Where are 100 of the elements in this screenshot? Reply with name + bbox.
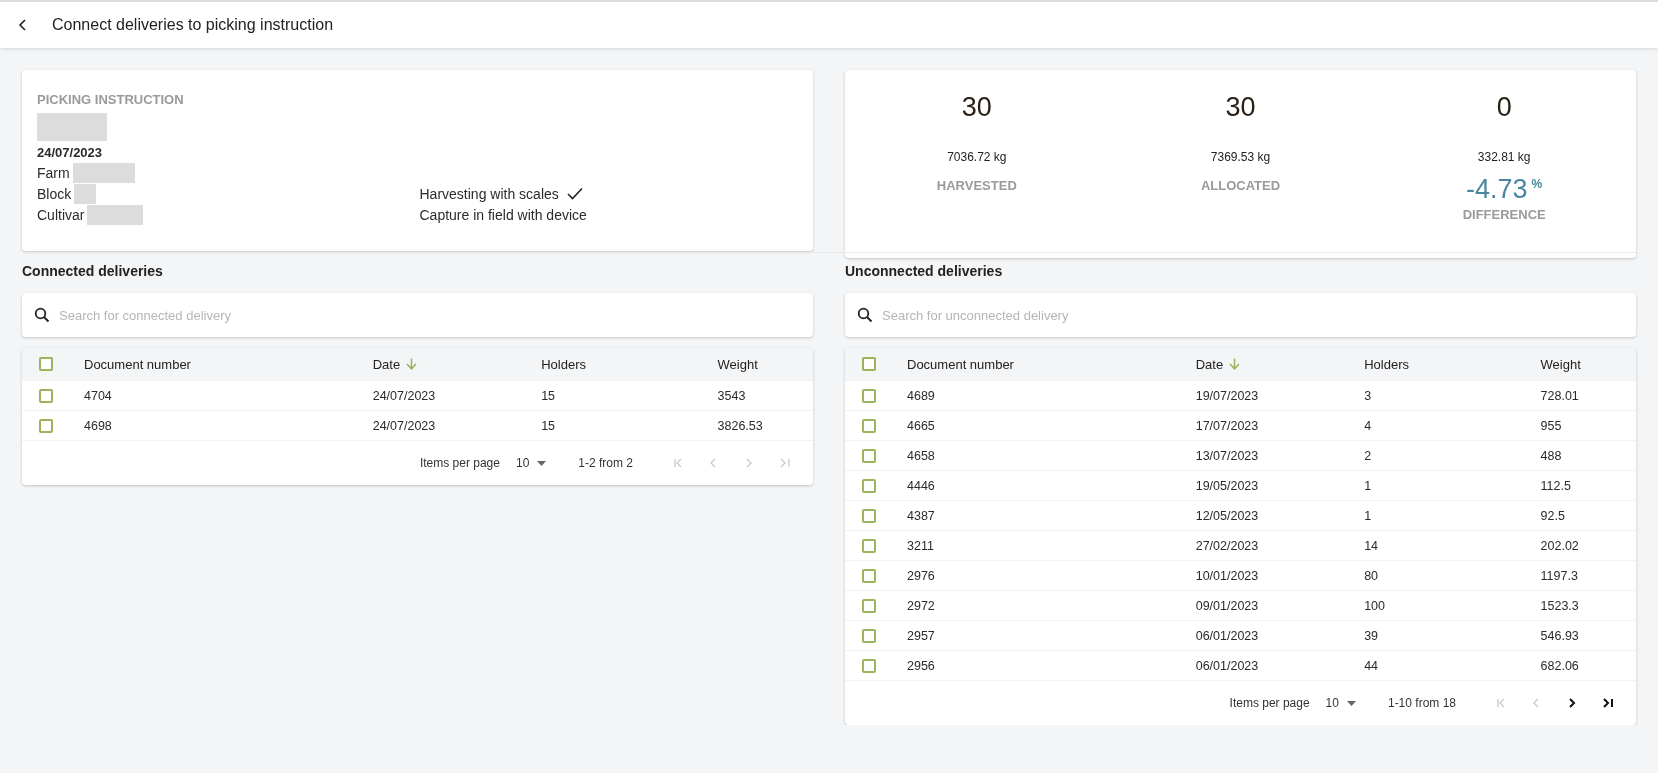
checkbox[interactable] — [862, 508, 876, 523]
table-cell: 4689 — [907, 388, 935, 403]
percentage-value: -4.73 — [1466, 174, 1528, 205]
table-cell: 13/07/2023 — [1195, 448, 1259, 463]
table-cell: 06/01/2023 — [1195, 658, 1259, 673]
count-value: 30 — [961, 92, 992, 124]
checkbox[interactable] — [862, 448, 876, 463]
table-cell: 15 — [541, 388, 556, 403]
items-per-page-label: Items per page — [1229, 696, 1310, 710]
column-header[interactable]: Weight — [1540, 356, 1581, 372]
table-cell: 682.06 — [1540, 658, 1579, 673]
search-icon — [34, 307, 50, 323]
column-header[interactable]: Holders — [541, 356, 586, 372]
table-cell: 80 — [1364, 568, 1379, 583]
table-cell: 10/01/2023 — [1195, 568, 1259, 583]
weight-value: 7369.53 kg — [1210, 150, 1271, 164]
page-range-label: 1-2 from 2 — [578, 456, 633, 470]
table-cell: 3211 — [907, 538, 934, 553]
sort-arrow-icon[interactable] — [406, 358, 418, 370]
table-cell: 4665 — [907, 418, 935, 433]
checkbox[interactable] — [862, 658, 876, 673]
checkbox[interactable] — [862, 538, 876, 553]
field-label: Block — [37, 185, 72, 202]
table-cell: 4387 — [907, 508, 935, 523]
field-label: Cultivar — [37, 206, 85, 223]
column-header[interactable]: Document number — [84, 356, 191, 372]
table-cell: 2957 — [907, 628, 935, 643]
table-cell: 92.5 — [1540, 508, 1565, 523]
checkbox[interactable] — [862, 478, 876, 493]
table-cell: 202.02 — [1540, 538, 1579, 553]
table-cell: 4704 — [84, 388, 112, 403]
search-field[interactable]: Search for connected delivery — [22, 293, 813, 337]
table-cell: 2976 — [907, 568, 935, 583]
table-cell: 4 — [1364, 418, 1372, 433]
section-title: Connected deliveries — [22, 263, 164, 281]
stat-label: HARVESTED — [936, 178, 1017, 193]
table-cell: 1 — [1364, 508, 1372, 523]
checkbox[interactable] — [862, 598, 876, 613]
dropdown-caret-icon — [537, 460, 547, 466]
table-cell: 2 — [1364, 448, 1372, 463]
table-cell: 09/01/2023 — [1195, 598, 1259, 613]
table-cell: 24/07/2023 — [372, 418, 436, 433]
table-cell: 3826.53 — [717, 418, 763, 433]
table-cell: 2972 — [907, 598, 935, 613]
count-value: 0 — [1496, 92, 1512, 124]
table-cell: 17/07/2023 — [1195, 418, 1259, 433]
table-cell: 12/05/2023 — [1195, 508, 1259, 523]
search-icon — [857, 307, 873, 323]
checkbox[interactable] — [39, 388, 53, 403]
table-cell: 488 — [1540, 448, 1562, 463]
checkbox[interactable] — [39, 418, 53, 433]
field-label: Farm — [37, 164, 70, 181]
checkbox[interactable] — [862, 418, 876, 433]
weight-value: 332.81 kg — [1477, 150, 1531, 164]
option-label: Capture in field with device — [419, 206, 587, 223]
table-cell: 955 — [1540, 418, 1562, 433]
page-range-label: 1-10 from 18 — [1387, 696, 1456, 710]
instruction-date: 24/07/2023 — [37, 145, 104, 160]
column-header[interactable]: Holders — [1364, 356, 1409, 372]
stat-label: ALLOCATED — [1200, 178, 1281, 193]
table-cell: 1523.3 — [1540, 598, 1579, 613]
column-header[interactable]: Date — [372, 356, 401, 372]
table-cell: 19/07/2023 — [1195, 388, 1259, 403]
table-cell: 24/07/2023 — [372, 388, 436, 403]
table-cell: 39 — [1364, 628, 1379, 643]
page-size-select[interactable]: 10 — [515, 456, 547, 470]
checkbox[interactable] — [862, 388, 876, 403]
table-cell: 728.01 — [1540, 388, 1579, 403]
table-cell: 100 — [1364, 598, 1386, 613]
page-title: Connect deliveries to picking instruction — [52, 16, 334, 34]
percent-unit: % — [1531, 177, 1543, 191]
checkbox[interactable] — [862, 568, 876, 583]
section-title: Unconnected deliveries — [845, 263, 1004, 281]
page-size-select[interactable]: 10 — [1325, 696, 1356, 710]
table-cell: 1197.3 — [1540, 568, 1578, 583]
column-header[interactable]: Date — [1195, 356, 1224, 372]
checkbox[interactable] — [39, 357, 53, 371]
items-per-page-label: Items per page — [419, 456, 500, 470]
option-label: Harvesting with scales — [419, 185, 559, 202]
section-heading: PICKING INSTRUCTION — [37, 92, 185, 107]
table-cell: 546.93 — [1540, 628, 1579, 643]
column-header[interactable]: Weight — [717, 356, 758, 372]
checkbox[interactable] — [862, 357, 876, 371]
sort-arrow-icon[interactable] — [1229, 358, 1241, 370]
back-icon — [18, 19, 28, 31]
redacted-block — [37, 113, 107, 141]
table-cell: 4658 — [907, 448, 935, 463]
table-cell: 3543 — [717, 388, 746, 403]
table-cell: 4446 — [907, 478, 935, 493]
table-cell: 06/01/2023 — [1195, 628, 1259, 643]
column-header[interactable]: Document number — [907, 356, 1014, 372]
count-value: 30 — [1225, 92, 1256, 124]
table-cell: 44 — [1364, 658, 1379, 673]
table-cell: 14 — [1364, 538, 1379, 553]
table-cell: 19/05/2023 — [1195, 478, 1259, 493]
table-cell: 3 — [1364, 388, 1372, 403]
table-cell: 2956 — [907, 658, 935, 673]
search-field[interactable]: Search for unconnected delivery — [845, 293, 1636, 337]
table-cell: 4698 — [84, 418, 112, 433]
checkbox[interactable] — [862, 628, 876, 643]
